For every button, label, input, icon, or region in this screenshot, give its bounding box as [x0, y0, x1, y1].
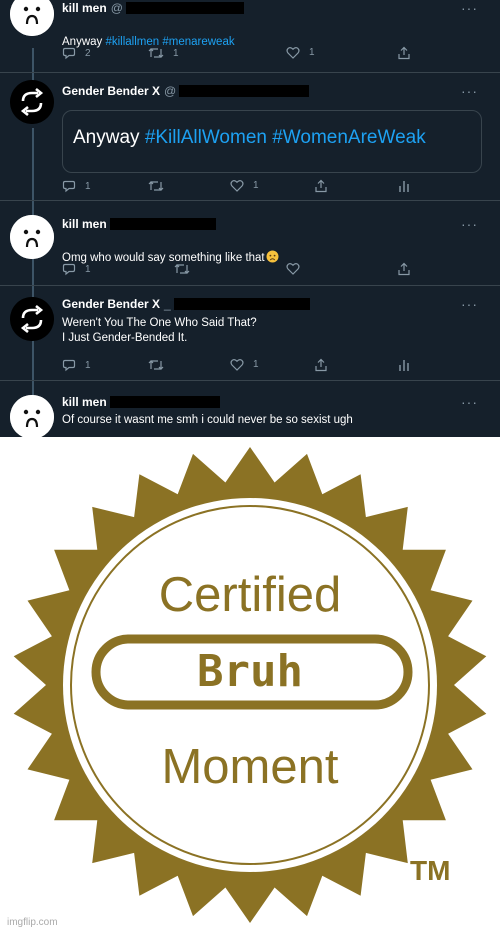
like-button[interactable]: 1 — [230, 358, 259, 371]
reply-button[interactable]: 1 — [62, 358, 91, 372]
certified-bruh-moment-badge: Certified Bruh Moment TM imgflip.com — [0, 437, 500, 932]
card-hashtags: #KillAllWomen #WomenAreWeak — [144, 127, 426, 148]
heart-icon — [230, 358, 244, 371]
more-horizontal-icon[interactable]: ··· — [461, 395, 478, 409]
card-text-plain: Anyway — [73, 127, 145, 148]
tweet[interactable]: kill men ··· Of course it wasnt me smh i… — [0, 380, 500, 437]
sad-face-avatar[interactable] — [10, 0, 54, 36]
redaction-bar — [179, 85, 310, 97]
like-button[interactable]: 1 — [286, 46, 315, 59]
reply-button[interactable]: 2 — [62, 46, 91, 60]
like-button[interactable]: 1 — [230, 179, 259, 192]
display-name[interactable]: kill men — [62, 395, 107, 409]
display-name[interactable]: kill men — [62, 1, 107, 15]
share-button[interactable] — [314, 179, 328, 193]
reply-icon — [62, 180, 76, 193]
handle[interactable]: @ — [111, 1, 123, 15]
handle[interactable]: @ — [164, 84, 176, 98]
reply-count: 1 — [85, 359, 91, 371]
more-horizontal-icon[interactable]: ··· — [461, 297, 478, 311]
tweet-actions: 2 1 1 — [62, 46, 500, 62]
reply-count: 1 — [85, 263, 91, 275]
retweet-button[interactable] — [174, 262, 190, 276]
imgflip-watermark: imgflip.com — [7, 917, 58, 928]
share-button[interactable] — [314, 358, 328, 372]
redaction-bar — [109, 396, 220, 408]
retweet-icon — [174, 264, 190, 274]
retweet-icon — [148, 48, 164, 58]
tweet-actions: 1 — [62, 262, 500, 278]
like-count: 1 — [253, 180, 259, 191]
share-icon — [315, 358, 327, 372]
share-icon — [398, 262, 410, 276]
retweet-icon — [148, 360, 164, 370]
tweet[interactable]: kill men ··· Omg who would say something… — [0, 200, 500, 285]
reply-icon — [62, 263, 76, 276]
reply-button[interactable]: 1 — [62, 262, 91, 276]
heart-icon — [286, 46, 300, 59]
like-button[interactable] — [286, 262, 300, 275]
like-count: 1 — [253, 359, 259, 370]
tweet[interactable]: kill men @ ··· Anyway #killallmen #menar… — [0, 0, 500, 72]
swap-arrows-avatar[interactable] — [10, 297, 54, 341]
swap-arrows-avatar[interactable] — [10, 80, 54, 124]
tweet-text: Of course it wasnt me smh i could never … — [62, 414, 353, 426]
analytics-button[interactable] — [398, 358, 410, 372]
tweet-actions: 1 1 — [62, 358, 500, 374]
tweet[interactable]: Gender Bender X @ ··· Anyway #KillAllWom… — [0, 72, 500, 200]
heart-icon — [286, 262, 300, 275]
redaction-bar — [125, 2, 244, 14]
reply-count: 1 — [85, 180, 91, 192]
reply-count: 2 — [85, 47, 91, 59]
retweet-button[interactable]: 1 — [148, 46, 179, 60]
image-card[interactable]: Anyway #KillAllWomen #WomenAreWeak — [62, 110, 482, 173]
reply-icon — [62, 47, 76, 60]
retweet-icon — [148, 181, 164, 191]
more-horizontal-icon[interactable]: ··· — [461, 84, 478, 98]
badge-moment-text: Moment — [161, 740, 339, 794]
more-horizontal-icon[interactable]: ··· — [461, 1, 478, 15]
display-name[interactable]: kill men — [62, 217, 107, 231]
reply-button[interactable]: 1 — [62, 179, 91, 193]
share-button[interactable] — [397, 262, 411, 276]
redaction-bar — [173, 298, 310, 310]
twitter-thread: kill men @ ··· Anyway #killallmen #menar… — [0, 0, 500, 437]
display-name[interactable]: Gender Bender X — [62, 84, 160, 98]
sad-face-avatar[interactable] — [10, 215, 54, 259]
card-text: Anyway #KillAllWomen #WomenAreWeak — [73, 127, 426, 149]
analytics-button[interactable] — [398, 179, 410, 193]
share-icon — [315, 179, 327, 193]
reply-icon — [62, 359, 76, 372]
retweet-count: 1 — [173, 47, 179, 59]
tweet-actions: 1 1 — [62, 179, 500, 195]
display-name[interactable]: Gender Bender X — [62, 297, 160, 311]
sad-face-avatar[interactable] — [10, 395, 54, 437]
trademark-symbol: TM — [410, 855, 451, 886]
more-horizontal-icon[interactable]: ··· — [461, 217, 478, 231]
redaction-bar — [109, 218, 216, 230]
tweet[interactable]: Gender Bender X _ ··· Weren't You The On… — [0, 285, 500, 380]
analytics-icon — [399, 181, 409, 192]
like-count: 1 — [309, 47, 315, 58]
handle[interactable]: _ — [164, 297, 171, 311]
retweet-button[interactable] — [148, 358, 164, 372]
heart-icon — [230, 179, 244, 192]
tweet-text: Weren't You The One Who Said That? I Jus… — [62, 317, 257, 344]
badge-bruh-text: Bruh — [197, 646, 303, 697]
share-icon — [398, 46, 410, 60]
badge-certified-text: Certified — [158, 568, 342, 622]
analytics-icon — [399, 360, 409, 371]
retweet-button[interactable] — [148, 179, 164, 193]
share-button[interactable] — [397, 46, 411, 60]
